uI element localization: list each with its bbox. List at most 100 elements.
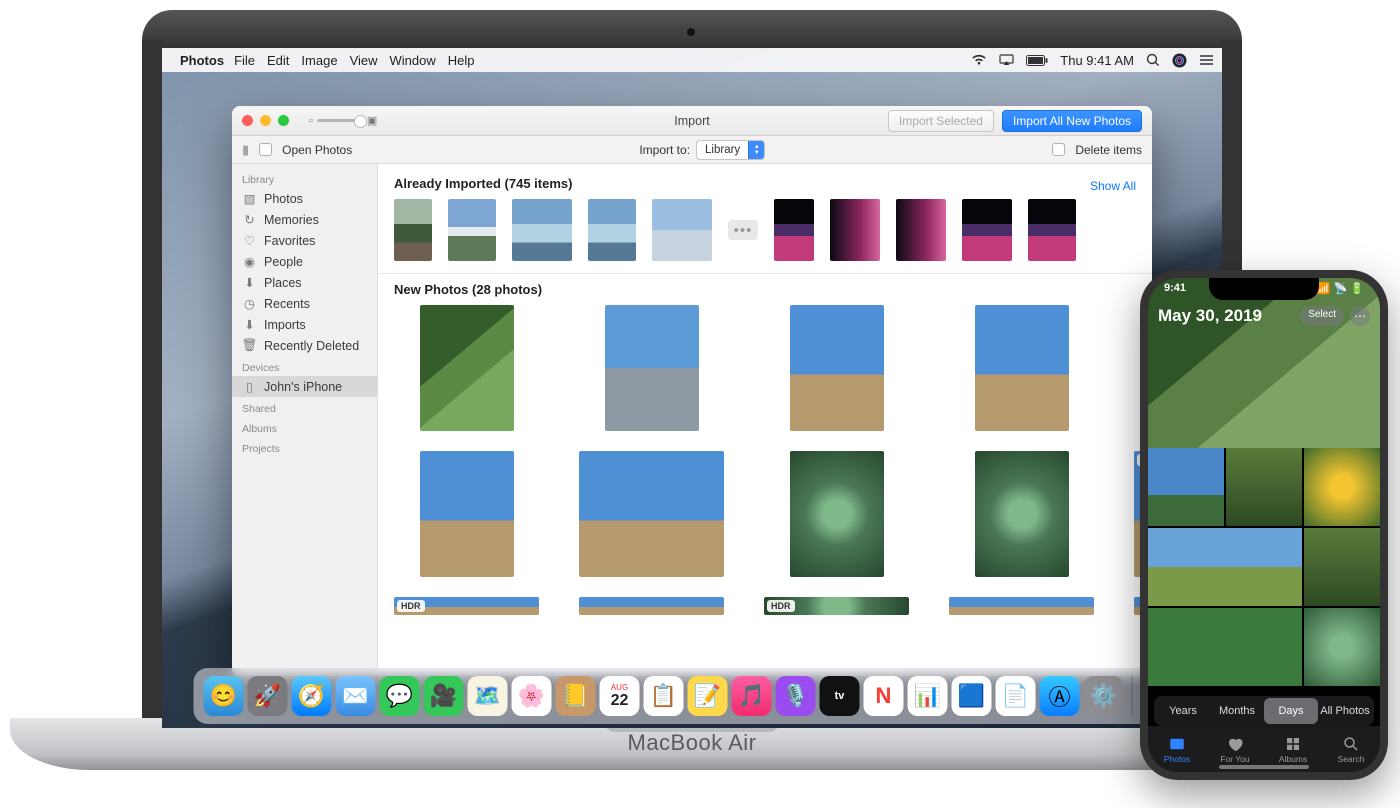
menubar-app-name[interactable]: Photos <box>180 53 224 68</box>
wifi-icon[interactable] <box>971 54 987 66</box>
thumbnail[interactable] <box>394 199 432 261</box>
sidebar-item-recents[interactable]: ◷Recents <box>232 293 377 314</box>
iphone-thumbnail[interactable] <box>1304 528 1380 606</box>
sidebar-item-recently-deleted[interactable]: 🗑Recently Deleted <box>232 335 377 356</box>
dock-photos-icon[interactable]: 🌸 <box>512 676 552 716</box>
more-thumbnails-icon[interactable]: ••• <box>728 220 758 240</box>
photo-thumbnail[interactable]: HDR <box>394 597 539 615</box>
sidebar-item-people[interactable]: ◉People <box>232 251 377 272</box>
import-to-select[interactable]: Library ▲▼ <box>696 140 765 160</box>
iphone-thumbnail[interactable] <box>1148 608 1302 686</box>
window-minimize-button[interactable] <box>260 115 271 126</box>
airplay-icon[interactable] <box>999 54 1014 66</box>
dock-maps-icon[interactable]: 🗺️ <box>468 676 508 716</box>
dock-tv-icon[interactable]: tv <box>820 676 860 716</box>
photo-thumbnail[interactable] <box>579 597 724 615</box>
tab-search[interactable]: Search <box>1322 726 1380 772</box>
sidebar-item-imports[interactable]: ⬇Imports <box>232 314 377 335</box>
iphone-thumbnail[interactable] <box>1148 448 1224 526</box>
dock-facetime-icon[interactable]: 🎥 <box>424 676 464 716</box>
dock-finder-icon[interactable]: 😊 <box>204 676 244 716</box>
section-divider <box>378 273 1152 274</box>
thumbnail[interactable] <box>588 199 636 261</box>
dock-reminders-icon[interactable]: 📋 <box>644 676 684 716</box>
dock-news-icon[interactable]: N <box>864 676 904 716</box>
siri-icon[interactable] <box>1172 53 1187 68</box>
sidebar-heading-shared[interactable]: Shared <box>232 397 377 417</box>
thumbnail[interactable] <box>830 199 880 261</box>
photo-thumbnail[interactable] <box>420 305 514 431</box>
dock-appstore-icon[interactable]: Ⓐ <box>1040 676 1080 716</box>
photo-thumbnail[interactable] <box>579 451 724 577</box>
battery-icon[interactable] <box>1026 55 1048 66</box>
import-selected-button[interactable]: Import Selected <box>888 110 994 132</box>
photo-thumbnail[interactable] <box>420 451 514 577</box>
menubar-file[interactable]: File <box>234 53 255 68</box>
dock-launchpad-icon[interactable]: 🚀 <box>248 676 288 716</box>
dock-music-icon[interactable]: 🎵 <box>732 676 772 716</box>
dock-numbers-icon[interactable]: 📊 <box>908 676 948 716</box>
photo-thumbnail[interactable] <box>605 305 699 431</box>
photo-thumbnail[interactable] <box>790 305 884 431</box>
dock-mail-icon[interactable]: ✉️ <box>336 676 376 716</box>
seg-days[interactable]: Days <box>1264 698 1318 724</box>
iphone-home-indicator[interactable] <box>1219 765 1309 769</box>
dock-messages-icon[interactable]: 💬 <box>380 676 420 716</box>
open-photos-checkbox[interactable] <box>259 143 272 156</box>
iphone-view-segmented[interactable]: Years Months Days All Photos <box>1154 696 1374 726</box>
thumbnail[interactable] <box>774 199 814 261</box>
thumbnail[interactable] <box>512 199 572 261</box>
thumbnail[interactable] <box>448 199 496 261</box>
iphone-notch <box>1209 278 1319 300</box>
iphone-select-button[interactable]: Select <box>1300 306 1344 326</box>
show-all-link[interactable]: Show All <box>1090 179 1136 193</box>
thumbnail[interactable] <box>1028 199 1076 261</box>
thumbnail[interactable] <box>652 199 712 261</box>
photo-thumbnail[interactable] <box>975 305 1069 431</box>
dock-contacts-icon[interactable]: 📒 <box>556 676 596 716</box>
window-close-button[interactable] <box>242 115 253 126</box>
dock-notes-icon[interactable]: 📝 <box>688 676 728 716</box>
delete-items-checkbox[interactable] <box>1052 143 1065 156</box>
photo-thumbnail[interactable] <box>975 451 1069 577</box>
zoom-slider[interactable]: ▫ ▣ <box>309 114 377 127</box>
sidebar-item-device[interactable]: ▯John's iPhone <box>232 376 377 397</box>
menubar-view[interactable]: View <box>350 53 378 68</box>
iphone-thumbnail[interactable] <box>1148 528 1302 606</box>
menubar-clock[interactable]: Thu 9:41 AM <box>1060 53 1134 68</box>
dock-safari-icon[interactable]: 🧭 <box>292 676 332 716</box>
seg-years[interactable]: Years <box>1156 698 1210 724</box>
sidebar-item-memories[interactable]: ↻Memories <box>232 209 377 230</box>
sidebar-heading-projects[interactable]: Projects <box>232 437 377 457</box>
photo-thumbnail[interactable]: HDR <box>764 597 909 615</box>
iphone-thumbnail[interactable] <box>1226 448 1302 526</box>
photo-thumbnail[interactable] <box>790 451 884 577</box>
dock-pages-icon[interactable]: 📄 <box>996 676 1036 716</box>
dock-settings-icon[interactable]: ⚙️ <box>1084 676 1124 716</box>
dock-calendar-icon[interactable]: AUG22 <box>600 676 640 716</box>
menubar-image[interactable]: Image <box>301 53 337 68</box>
iphone-thumbnail[interactable] <box>1304 448 1380 526</box>
window-zoom-button[interactable] <box>278 115 289 126</box>
menubar-edit[interactable]: Edit <box>267 53 289 68</box>
seg-months[interactable]: Months <box>1210 698 1264 724</box>
dock-podcasts-icon[interactable]: 🎙️ <box>776 676 816 716</box>
sidebar-item-photos[interactable]: ▧Photos <box>232 188 377 209</box>
photo-thumbnail[interactable] <box>949 597 1094 615</box>
menubar-help[interactable]: Help <box>448 53 475 68</box>
dock-keynote-icon[interactable]: 🟦 <box>952 676 992 716</box>
spotlight-icon[interactable] <box>1146 53 1160 67</box>
import-all-button[interactable]: Import All New Photos <box>1002 110 1142 132</box>
seg-all-photos[interactable]: All Photos <box>1318 698 1372 724</box>
window-titlebar[interactable]: ▫ ▣ Import Import Selected Import All Ne… <box>232 106 1152 136</box>
sidebar-item-favorites[interactable]: ♡Favorites <box>232 230 377 251</box>
sidebar-item-places[interactable]: ⬇Places <box>232 272 377 293</box>
iphone-thumbnail[interactable] <box>1304 608 1380 686</box>
thumbnail[interactable] <box>896 199 946 261</box>
tab-photos[interactable]: Photos <box>1148 726 1206 772</box>
control-center-icon[interactable] <box>1199 54 1214 66</box>
iphone-more-button[interactable]: ⋯ <box>1350 306 1370 326</box>
menubar-window[interactable]: Window <box>390 53 436 68</box>
thumbnail[interactable] <box>962 199 1012 261</box>
sidebar-heading-albums[interactable]: Albums <box>232 417 377 437</box>
